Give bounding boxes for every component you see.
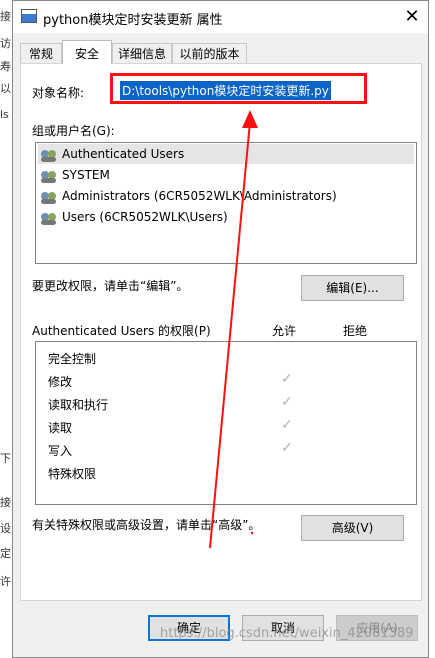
annotation-arrow (209, 110, 258, 549)
watermark: https://blog.csdn.net/weixin_42081389 (160, 626, 414, 641)
arrow-head (242, 110, 258, 128)
annotation-dot (250, 531, 254, 535)
arrow-shaft (209, 121, 251, 549)
